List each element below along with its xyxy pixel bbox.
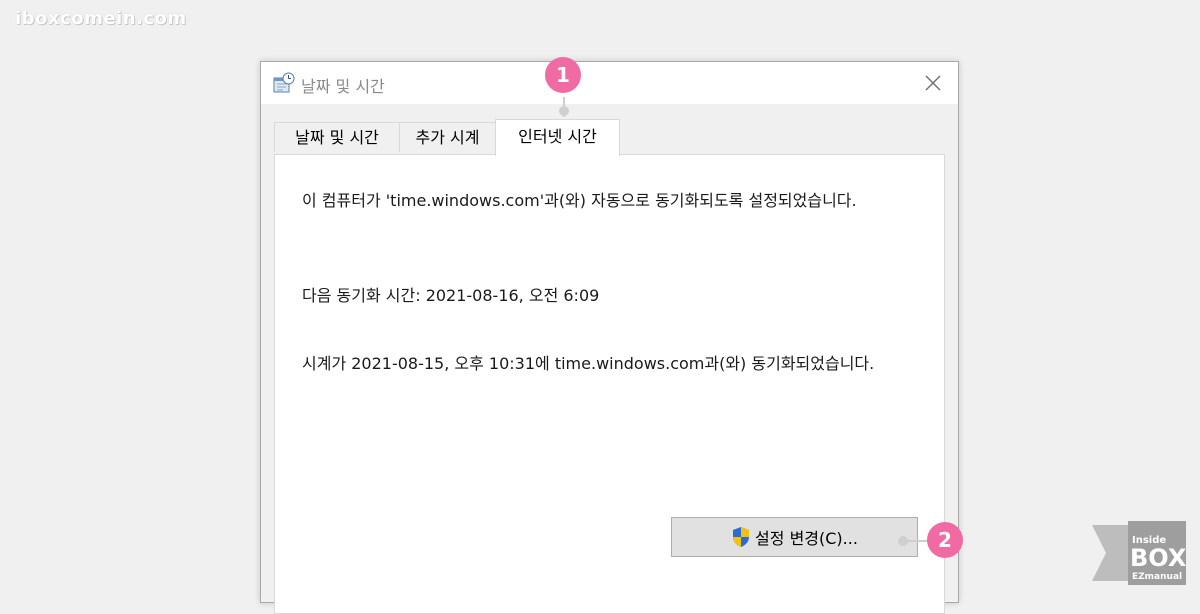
annotation-badge-1: 1 (545, 57, 581, 93)
sync-setting-text: 이 컴퓨터가 'time.windows.com'과(와) 자동으로 동기화되도… (302, 191, 857, 210)
internet-time-panel: 이 컴퓨터가 'time.windows.com'과(와) 자동으로 동기화되도… (274, 154, 945, 614)
date-time-dialog: 날짜 및 시간 날짜 및 시간 추가 시계 인터넷 시간 이 컴퓨터가 'tim… (260, 61, 959, 614)
logo-line3: EZmanual (1132, 572, 1182, 582)
annotation-dot-1 (559, 106, 569, 116)
title-bar[interactable]: 날짜 및 시간 (261, 62, 958, 104)
change-settings-label: 설정 변경(C)... (755, 529, 858, 548)
close-icon (925, 75, 941, 91)
tab-internet-time[interactable]: 인터넷 시간 (495, 119, 620, 156)
window-title: 날짜 및 시간 (301, 77, 385, 96)
tab-additional-clocks[interactable]: 추가 시계 (399, 122, 496, 152)
site-watermark: iboxcomein.com (15, 8, 187, 29)
logo-line2: BOX (1130, 544, 1186, 572)
last-sync-text: 시계가 2021-08-15, 오후 10:31에 time.windows.c… (302, 354, 875, 373)
change-settings-button[interactable]: 설정 변경(C)... (671, 517, 918, 557)
annotation-badge-2: 2 (927, 522, 963, 558)
date-time-icon (273, 72, 295, 93)
uac-shield-icon (733, 527, 750, 547)
insidebox-logo: Inside BOX EZmanual (1092, 521, 1186, 585)
tab-date-time[interactable]: 날짜 및 시간 (274, 122, 400, 152)
next-sync-text: 다음 동기화 시간: 2021-08-16, 오전 6:09 (302, 286, 600, 305)
annotation-dot-2 (898, 536, 908, 546)
close-button[interactable] (908, 62, 958, 104)
annotation-connector-2 (905, 540, 929, 542)
